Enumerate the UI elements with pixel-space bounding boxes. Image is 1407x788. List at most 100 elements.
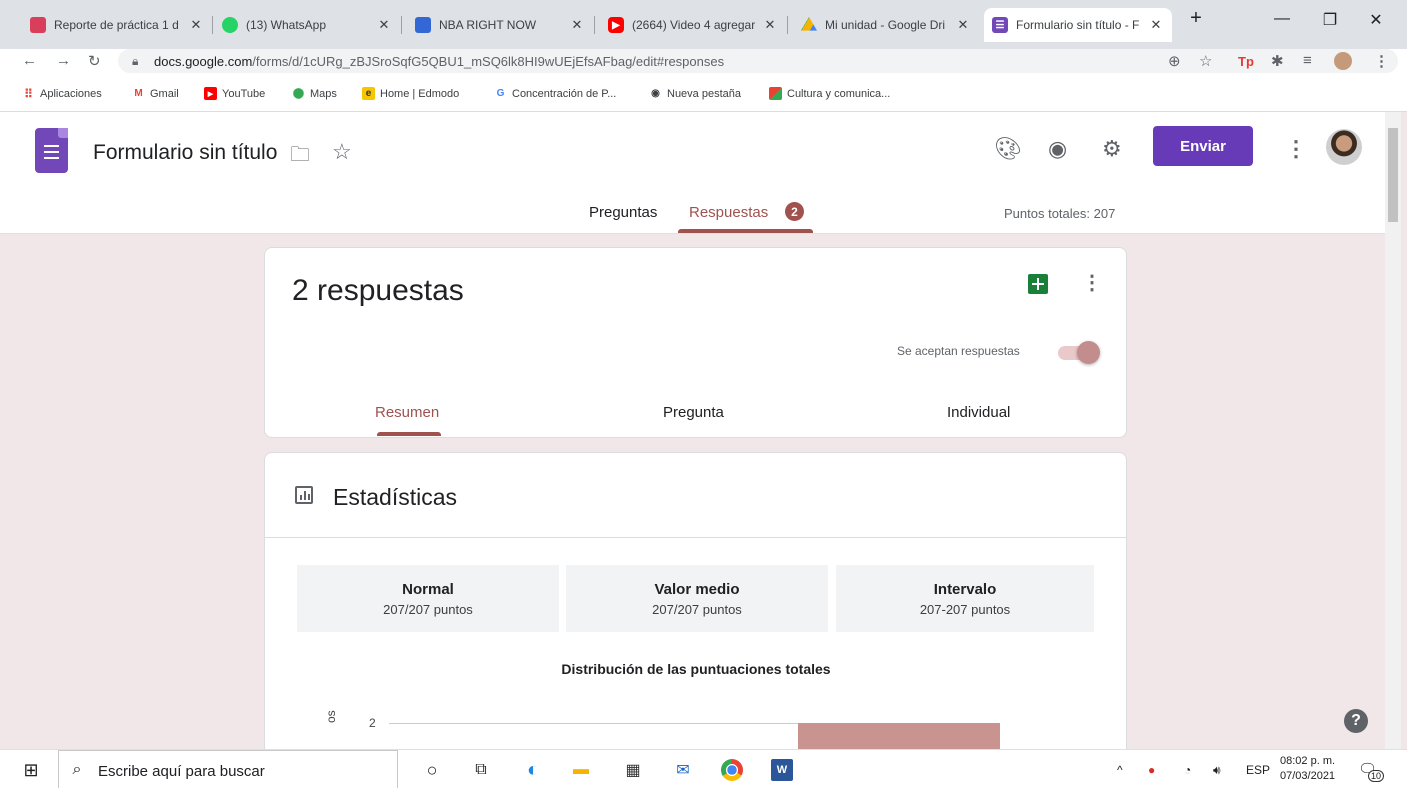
bookmark-edmodo[interactable]: e Home | Edmodo xyxy=(362,87,459,100)
settings-gear-icon[interactable]: ⚙ xyxy=(1102,136,1122,162)
folder-icon[interactable]: 🗀︎ xyxy=(290,140,310,174)
bookmark-gmail[interactable]: M Gmail xyxy=(132,87,178,100)
reload-icon[interactable]: ↻ xyxy=(88,52,101,70)
mail-icon[interactable]: ✉ xyxy=(672,759,694,781)
browser-tabstrip: Reporte de práctica 1 d ✕ (13) WhatsApp … xyxy=(0,0,1407,49)
reading-list-icon[interactable]: ≡ xyxy=(1303,52,1312,69)
forms-header: Formulario sin título 🗀︎ ☆ 🎨︎ ◉ ⚙ Enviar… xyxy=(0,112,1385,234)
close-tab-icon[interactable]: ✕ xyxy=(955,17,971,33)
subtab-question[interactable]: Pregunta xyxy=(663,404,724,421)
apps-grid-icon: ⠿ xyxy=(24,86,33,101)
news-icon xyxy=(415,17,431,33)
responses-count: 2 respuestas xyxy=(292,274,464,307)
form-title[interactable]: Formulario sin título xyxy=(93,141,277,165)
windows-start-icon[interactable]: ⊞ xyxy=(20,759,42,781)
active-tab-indicator xyxy=(678,229,813,233)
tab-questions[interactable]: Preguntas xyxy=(589,204,657,221)
search-icon: ⌕ xyxy=(72,761,82,778)
stat-label: Valor medio xyxy=(654,581,740,598)
preview-eye-icon[interactable]: ◉ xyxy=(1048,136,1067,162)
google-icon: G xyxy=(496,88,505,99)
toggle-knob[interactable] xyxy=(1077,341,1100,364)
accepting-responses-label: Se aceptan respuestas xyxy=(897,344,1020,358)
language-indicator[interactable]: ESP xyxy=(1246,763,1270,777)
bar-chart-icon xyxy=(295,486,313,504)
close-tab-icon[interactable]: ✕ xyxy=(376,17,392,33)
stat-label: Intervalo xyxy=(933,581,997,598)
help-icon[interactable]: ? xyxy=(1344,709,1368,733)
google-forms-logo[interactable] xyxy=(35,128,68,173)
bookmark-concentracion[interactable]: G Concentración de P... xyxy=(494,87,617,100)
y-tick-label: 2 xyxy=(369,716,376,730)
bookmark-maps[interactable]: ⬤ Maps xyxy=(292,87,337,100)
url-text[interactable]: docs.google.com/forms/d/1cURg_zBJSroSqfG… xyxy=(154,54,724,69)
back-arrow-icon[interactable]: ← xyxy=(22,52,37,69)
close-tab-icon[interactable]: ✕ xyxy=(188,17,204,33)
gmail-icon: M xyxy=(134,88,143,99)
tab-responses[interactable]: Respuestas xyxy=(689,204,768,221)
browser-tab[interactable]: Mi unidad - Google Dri ✕ xyxy=(793,8,979,42)
extensions-puzzle-icon[interactable]: ✱ xyxy=(1271,52,1284,70)
page-edge xyxy=(1401,112,1407,749)
bookmark-cultura[interactable]: Cultura y comunica... xyxy=(769,87,890,100)
bookmark-new-tab[interactable]: ◉ Nueva pestaña xyxy=(649,87,741,100)
responses-card: 2 respuestas ⋮ Se aceptan respuestas Res… xyxy=(264,247,1127,438)
browser-toolbar: ← → ↻ 🔒︎ docs.google.com/forms/d/1cURg_z… xyxy=(0,49,1407,75)
more-options-icon[interactable]: ⋮ xyxy=(1285,136,1307,162)
extension-tp-icon[interactable]: Tp xyxy=(1238,54,1254,69)
active-subtab-indicator xyxy=(377,432,441,436)
profile-avatar[interactable] xyxy=(1334,52,1352,70)
sheets-icon[interactable] xyxy=(1028,274,1048,294)
notifications-count: 10 xyxy=(1368,770,1385,782)
minimize-button[interactable]: — xyxy=(1262,10,1302,28)
taskbar-search-placeholder: Escribe aquí para buscar xyxy=(98,763,265,780)
wifi-icon[interactable]: ◔ xyxy=(1184,763,1191,777)
volume-icon[interactable]: 🔊︎ xyxy=(1213,763,1221,778)
star-icon[interactable]: ☆ xyxy=(332,139,352,165)
chart-title: Distribución de las puntuaciones totales xyxy=(561,661,831,677)
clock[interactable]: 08:02 p. m. 07/03/2021 xyxy=(1280,754,1335,784)
new-tab-button[interactable]: + xyxy=(1176,7,1216,30)
file-explorer-icon[interactable]: ▬ xyxy=(570,759,592,781)
browser-tab[interactable]: Reporte de práctica 1 d ✕ xyxy=(22,8,212,42)
more-options-icon[interactable]: ⋮ xyxy=(1082,270,1102,295)
windows-taskbar: ⊞ ⌕ Escribe aquí para buscar ○ ⧉ ◐ ▬ ▦ ✉… xyxy=(0,749,1407,788)
close-tab-icon[interactable]: ✕ xyxy=(1148,17,1164,33)
restore-button[interactable]: ❐ xyxy=(1310,10,1350,30)
zoom-icon[interactable]: ⊕ xyxy=(1168,52,1181,70)
send-button[interactable]: Enviar xyxy=(1153,126,1253,166)
bookmark-youtube[interactable]: ▶ YouTube xyxy=(204,87,265,100)
account-avatar[interactable] xyxy=(1326,129,1362,165)
word-icon[interactable]: W xyxy=(771,759,793,781)
forward-arrow-icon[interactable]: → xyxy=(56,52,71,69)
forms-icon: ☰ xyxy=(992,17,1008,33)
stat-range: Intervalo 207-207 puntos xyxy=(836,565,1094,632)
subtab-summary[interactable]: Resumen xyxy=(375,404,439,421)
store-icon[interactable]: ▦ xyxy=(622,759,644,781)
youtube-icon: ▶ xyxy=(204,87,217,100)
lock-icon[interactable]: 🔒︎ xyxy=(132,54,138,69)
browser-tab[interactable]: (13) WhatsApp ✕ xyxy=(214,8,400,42)
subtab-individual[interactable]: Individual xyxy=(947,404,1010,421)
show-hidden-icons-icon[interactable]: ^ xyxy=(1117,763,1123,777)
scrollbar-thumb[interactable] xyxy=(1388,128,1398,222)
chrome-icon[interactable] xyxy=(721,759,743,781)
browser-tab[interactable]: ▶ (2664) Video 4 agregar ✕ xyxy=(600,8,786,42)
browser-tab[interactable]: NBA RIGHT NOW ✕ xyxy=(407,8,593,42)
bookmark-apps[interactable]: ⠿ Aplicaciones xyxy=(22,86,102,101)
maps-pin-icon: ⬤ xyxy=(292,88,305,99)
stats-card: Estadísticas Normal 207/207 puntos Valor… xyxy=(264,452,1127,772)
cortana-icon[interactable]: ○ xyxy=(421,759,443,781)
browser-menu-icon[interactable]: ⋮ xyxy=(1374,52,1389,70)
stat-normal: Normal 207/207 puntos xyxy=(297,565,559,632)
antivirus-icon[interactable]: ● xyxy=(1148,763,1155,777)
palette-icon[interactable]: 🎨︎ xyxy=(994,136,1022,162)
stat-value: 207/207 puntos xyxy=(652,602,742,617)
close-tab-icon[interactable]: ✕ xyxy=(569,17,585,33)
browser-tab-active[interactable]: ☰ Formulario sin título - F ✕ xyxy=(984,8,1172,42)
close-window-button[interactable]: ✕ xyxy=(1356,10,1396,30)
close-tab-icon[interactable]: ✕ xyxy=(762,17,778,33)
task-view-icon[interactable]: ⧉ xyxy=(470,759,492,781)
edge-icon[interactable]: ◐ xyxy=(522,759,544,781)
bookmark-star-icon[interactable]: ☆ xyxy=(1199,52,1212,70)
